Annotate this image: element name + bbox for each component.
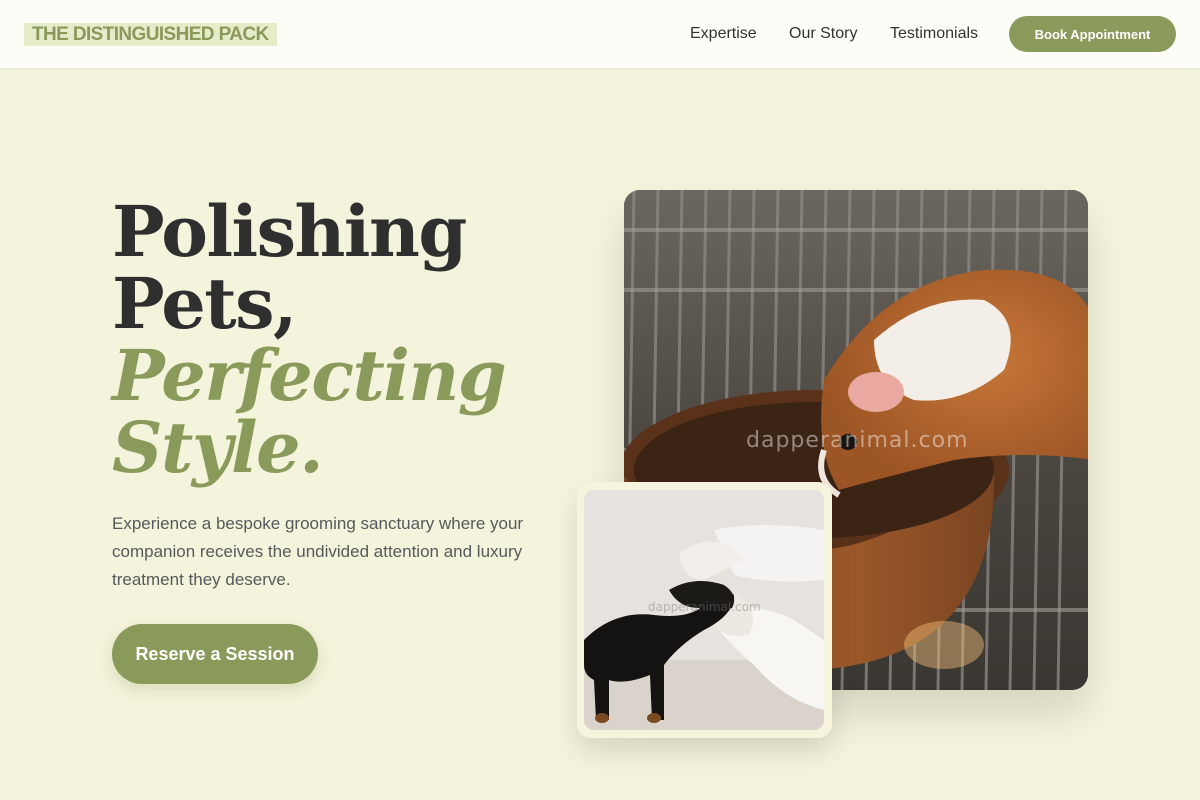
hero-description: Experience a bespoke grooming sanctuary … xyxy=(112,514,524,589)
image-watermark: dapperanimal.com xyxy=(746,428,969,453)
brand-logo[interactable]: THE DISTINGUISHED PACK xyxy=(24,23,277,46)
headline-line-1: Polishing xyxy=(112,190,467,273)
dachshund-photo: dapperanimal.com xyxy=(584,490,824,730)
nav-link-our-story[interactable]: Our Story xyxy=(789,24,857,44)
image-watermark-small: dapperanimal.com xyxy=(648,600,761,614)
nav-link-expertise[interactable]: Expertise xyxy=(690,24,757,44)
headline-line-3: Perfecting xyxy=(112,334,507,417)
hero-headline: Polishing Pets, Perfecting Style. xyxy=(112,196,572,484)
nav-link-testimonials[interactable]: Testimonials xyxy=(890,24,978,44)
site-header: THE DISTINGUISHED PACK Expertise Our Sto… xyxy=(0,0,1200,68)
headline-line-2: Pets, xyxy=(112,262,297,345)
book-appointment-button[interactable]: Book Appointment xyxy=(1009,16,1176,52)
dachshund-photo-card: dapperanimal.com xyxy=(577,482,832,738)
reserve-session-button[interactable]: Reserve a Session xyxy=(112,624,318,684)
headline-line-4: Style. xyxy=(112,406,324,489)
